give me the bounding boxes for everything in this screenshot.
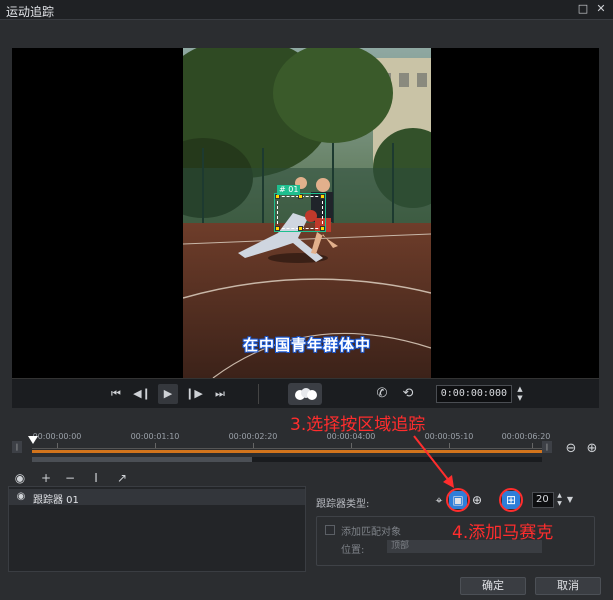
resize-handle[interactable] bbox=[320, 226, 325, 231]
skip-to-end-icon[interactable]: ⏭ bbox=[210, 384, 230, 404]
video-frame[interactable]: # 01 在中国青年群体中 bbox=[183, 48, 431, 378]
tracker-type-label: 跟踪器类型: bbox=[316, 499, 370, 510]
timeline[interactable]: ❘ 00:00:00:00 00:00:01:10 00:00:02:20 00… bbox=[12, 428, 552, 464]
eye-icon[interactable]: ◉ bbox=[14, 490, 28, 504]
resize-handle[interactable] bbox=[298, 226, 303, 231]
ruler-tick bbox=[351, 443, 352, 448]
size-input[interactable]: 20 bbox=[532, 492, 554, 508]
ruler-tick bbox=[57, 443, 58, 448]
close-icon[interactable]: ✕ bbox=[594, 2, 608, 16]
video-preview: # 01 在中国青年群体中 bbox=[12, 48, 599, 378]
time-label: 00:00:01:10 bbox=[130, 432, 180, 441]
zoom-out-icon[interactable]: ⊖ bbox=[563, 441, 579, 457]
tracker-list: ◉ 跟踪器 01 bbox=[8, 486, 306, 572]
multi-point-track-icon[interactable]: ⊕ bbox=[468, 491, 486, 509]
title-bar: 运动追踪 □ ✕ bbox=[0, 0, 613, 20]
timeline-scrollbar[interactable] bbox=[32, 457, 542, 462]
phone-icon[interactable]: ✆ bbox=[372, 384, 392, 404]
add-match-label: 添加匹配对象 bbox=[341, 527, 401, 538]
add-tracker-icon[interactable]: + bbox=[38, 470, 54, 486]
tracker-toolbar: ◉ + − I ↗ bbox=[8, 470, 308, 486]
play-icon[interactable]: ▶ bbox=[158, 384, 178, 404]
time-label: 00:00:00:00 bbox=[32, 432, 82, 441]
add-match-checkbox[interactable] bbox=[325, 525, 335, 535]
match-object-group: 添加匹配对象 位置: 顶部 bbox=[316, 516, 595, 566]
resize-handle[interactable] bbox=[275, 226, 280, 231]
timecode-field[interactable]: 0:00:00:000 bbox=[436, 385, 512, 403]
export-icon[interactable]: ↗ bbox=[114, 470, 130, 486]
video-subtitle: 在中国青年群体中 bbox=[242, 336, 371, 354]
playback-controls: ⏮ ◀❙ ▶ ❙▶ ⏭ ✆ ⟲ 0:00:00:000 ▲ ▼ bbox=[12, 378, 599, 408]
resize-handle[interactable] bbox=[320, 194, 325, 199]
zoom-in-icon[interactable]: ⊕ bbox=[584, 441, 600, 457]
tracking-bar bbox=[32, 450, 542, 453]
cluster-icon bbox=[295, 388, 317, 400]
tracker-properties: 跟踪器类型: ⌖ ▣ ⊕ ⊞ 20 ▲ ▼ ▼ 添加匹配对象 位置: 顶部 bbox=[310, 486, 605, 572]
tracker-tag: # 01 bbox=[277, 185, 301, 195]
timeline-end-button[interactable]: ❘ bbox=[542, 441, 552, 453]
skip-to-start-icon[interactable]: ⏮ bbox=[106, 384, 126, 404]
ruler bbox=[32, 448, 542, 449]
ruler-tick bbox=[253, 443, 254, 448]
position-select[interactable]: 顶部 bbox=[387, 540, 542, 553]
eye-icon[interactable]: ◉ bbox=[12, 470, 28, 486]
cancel-button[interactable]: 取消 bbox=[535, 577, 601, 595]
highlight-ring bbox=[446, 488, 470, 512]
time-label: 00:00:02:20 bbox=[228, 432, 278, 441]
ruler-tick bbox=[155, 443, 156, 448]
chevron-down-icon[interactable]: ▼ bbox=[565, 492, 575, 508]
cluster-button[interactable] bbox=[288, 383, 322, 405]
list-item[interactable]: ◉ 跟踪器 01 bbox=[9, 489, 305, 506]
divider bbox=[258, 384, 259, 404]
window-title: 运动追踪 bbox=[6, 5, 55, 19]
scrollbar-thumb[interactable] bbox=[32, 457, 252, 462]
timeline-start-button[interactable]: ❘ bbox=[12, 441, 22, 453]
step-forward-icon[interactable]: ❙▶ bbox=[184, 384, 204, 404]
remove-tracker-icon[interactable]: − bbox=[62, 470, 78, 486]
ok-button[interactable]: 确定 bbox=[460, 577, 526, 595]
time-label: 00:00:06:20 bbox=[501, 432, 551, 441]
annotation-step3: 3.选择按区域追踪 bbox=[290, 415, 426, 435]
annotation-arrow bbox=[413, 435, 454, 488]
size-spinner[interactable]: ▲ ▼ bbox=[555, 492, 564, 508]
ruler-tick bbox=[532, 443, 533, 448]
position-label: 位置: bbox=[341, 545, 365, 556]
restore-icon[interactable]: □ bbox=[576, 2, 590, 16]
timecode-spinner[interactable]: ▲ ▼ bbox=[515, 385, 525, 403]
history-icon[interactable]: ⟲ bbox=[398, 384, 418, 404]
step-back-icon[interactable]: ◀❙ bbox=[132, 384, 152, 404]
highlight-ring bbox=[499, 488, 523, 512]
tracker-name: 跟踪器 01 bbox=[33, 495, 79, 506]
playhead[interactable] bbox=[28, 436, 38, 444]
tracker-region[interactable] bbox=[275, 194, 325, 231]
rename-tracker-icon[interactable]: I bbox=[88, 470, 104, 486]
